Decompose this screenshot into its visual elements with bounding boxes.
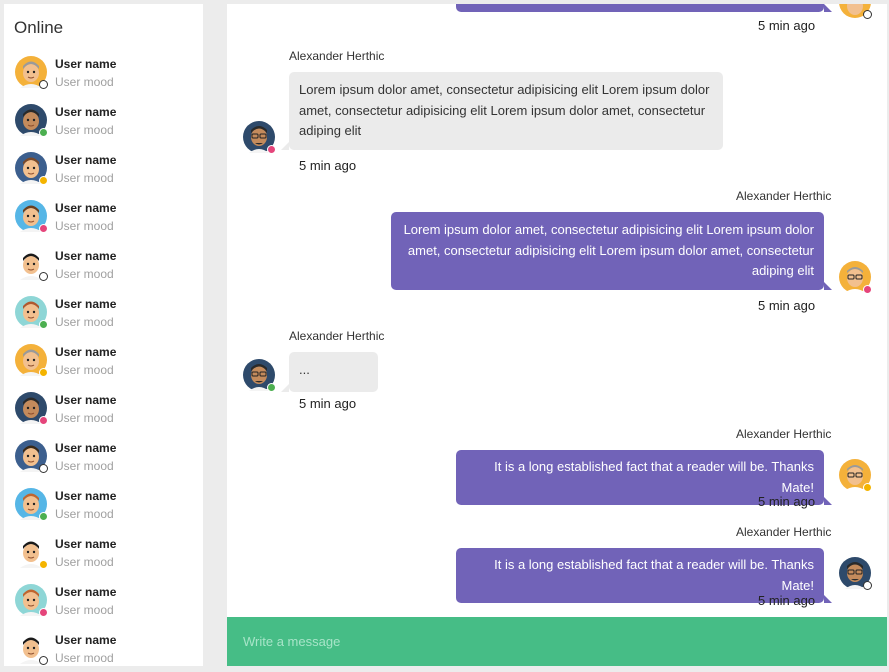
avatar — [243, 121, 276, 154]
user-list-item[interactable]: User name User mood — [4, 532, 203, 580]
user-mood: User mood — [55, 315, 114, 329]
status-dot-online — [39, 512, 48, 521]
status-dot-busy — [39, 608, 48, 617]
user-name: User name — [55, 249, 117, 263]
avatar — [15, 536, 48, 569]
message-author: Alexander Herthic — [736, 525, 832, 539]
user-list-item[interactable]: User name User mood — [4, 196, 203, 244]
user-name: User name — [55, 153, 117, 167]
user-mood: User mood — [55, 75, 114, 89]
message-time: 5 min ago — [758, 18, 816, 33]
user-list-item[interactable]: User name User mood — [4, 436, 203, 484]
message-bubble-incoming: ... — [281, 352, 378, 392]
avatar — [15, 488, 48, 521]
avatar — [15, 632, 48, 665]
status-dot-away — [39, 368, 48, 377]
user-name: User name — [55, 441, 117, 455]
user-name: User name — [55, 297, 117, 311]
user-list-item[interactable]: User name User mood — [4, 244, 203, 292]
status-dot-away — [39, 560, 48, 569]
message-input[interactable] — [227, 617, 887, 666]
user-list-item[interactable]: User name User mood — [4, 580, 203, 628]
user-mood: User mood — [55, 555, 114, 569]
message-author: Alexander Herthic — [289, 49, 385, 63]
avatar — [15, 440, 48, 473]
avatar — [15, 392, 48, 425]
status-dot-offline — [39, 464, 48, 473]
message-time: 5 min ago — [299, 396, 357, 411]
message-author: Alexander Herthic — [289, 329, 385, 343]
status-dot-busy — [863, 285, 872, 294]
sidebar-title: Online — [14, 18, 64, 37]
status-dot-busy — [39, 224, 48, 233]
user-list-item[interactable]: User name User mood — [4, 148, 203, 196]
user-name: User name — [55, 105, 117, 119]
message-bubble-outgoing — [456, 4, 832, 12]
status-dot-offline — [39, 272, 48, 281]
user-list: User name User mood User name User mood User… — [4, 52, 203, 666]
status-dot-offline — [863, 581, 872, 590]
status-dot-offline — [39, 80, 48, 89]
message-time: 5 min ago — [758, 593, 816, 608]
status-dot-offline — [39, 656, 48, 665]
avatar — [839, 557, 872, 590]
chat-panel: 5 min ago Alexander Herthic Lorem ipsum … — [227, 4, 887, 666]
user-list-item[interactable]: User name User mood — [4, 388, 203, 436]
user-list-item[interactable]: User name User mood — [4, 484, 203, 532]
status-dot-online — [39, 320, 48, 329]
message-time: 5 min ago — [758, 298, 816, 313]
user-name: User name — [55, 489, 117, 503]
status-dot-away — [39, 176, 48, 185]
avatar — [15, 200, 48, 233]
status-dot-online — [267, 383, 276, 392]
user-name: User name — [55, 633, 117, 647]
user-name: User name — [55, 537, 117, 551]
avatar — [243, 359, 276, 392]
message-bubble-outgoing: Lorem ipsum dolor amet, consectetur adip… — [391, 212, 832, 290]
user-name: User name — [55, 585, 117, 599]
avatar — [15, 584, 48, 617]
user-mood: User mood — [55, 507, 114, 521]
message-author: Alexander Herthic — [736, 189, 832, 203]
avatar — [839, 4, 872, 19]
user-mood: User mood — [55, 219, 114, 233]
user-mood: User mood — [55, 363, 114, 377]
user-mood: User mood — [55, 267, 114, 281]
user-mood: User mood — [55, 603, 114, 617]
status-dot-away — [863, 483, 872, 492]
avatar — [15, 56, 48, 89]
message-bubble-incoming: Lorem ipsum dolor amet, consectetur adip… — [281, 72, 723, 150]
message-time: 5 min ago — [299, 158, 357, 173]
user-name: User name — [55, 393, 117, 407]
online-users-sidebar: Online User name User mood User name User m… — [4, 4, 203, 666]
avatar — [15, 152, 48, 185]
user-list-item[interactable]: User name User mood — [4, 292, 203, 340]
user-list-item[interactable]: User name User mood — [4, 52, 203, 100]
status-dot-busy — [39, 416, 48, 425]
avatar — [15, 104, 48, 137]
user-name: User name — [55, 201, 117, 215]
status-dot-online — [39, 128, 48, 137]
message-composer — [227, 617, 887, 666]
message-author: Alexander Herthic — [736, 427, 832, 441]
user-mood: User mood — [55, 123, 114, 137]
user-list-item[interactable]: User name User mood — [4, 340, 203, 388]
avatar — [839, 261, 872, 294]
user-list-item[interactable]: User name User mood — [4, 628, 203, 666]
avatar — [15, 248, 48, 281]
user-list-item[interactable]: User name User mood — [4, 100, 203, 148]
user-mood: User mood — [55, 459, 114, 473]
user-mood: User mood — [55, 411, 114, 425]
user-name: User name — [55, 345, 117, 359]
message-time: 5 min ago — [758, 494, 816, 509]
user-name: User name — [55, 57, 117, 71]
user-mood: User mood — [55, 651, 114, 665]
avatar — [839, 459, 872, 492]
status-dot-busy — [267, 145, 276, 154]
avatar — [15, 296, 48, 329]
user-mood: User mood — [55, 171, 114, 185]
avatar — [15, 344, 48, 377]
